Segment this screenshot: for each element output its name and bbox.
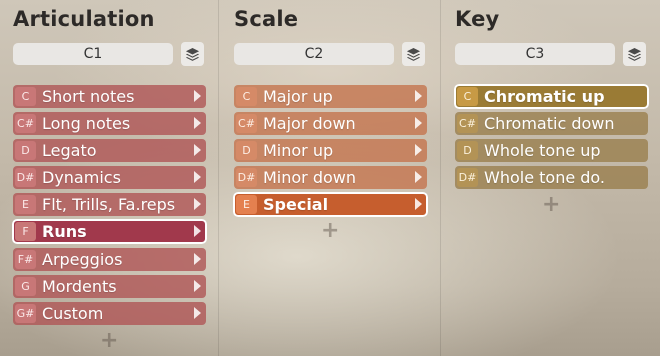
- plus-icon[interactable]: +: [542, 194, 560, 216]
- item-label: Major up: [263, 87, 333, 106]
- item-label: Whole tone up: [484, 141, 601, 160]
- key-item-selected[interactable]: C Chromatic up: [454, 84, 649, 109]
- item-label: Special: [263, 195, 329, 214]
- key-chip: C: [457, 87, 478, 106]
- layers-icon: [185, 47, 200, 61]
- key-chip: F#: [15, 250, 36, 269]
- key-chip: C#: [15, 114, 36, 133]
- chevron-right-icon[interactable]: [194, 90, 201, 102]
- trigger-slot-field[interactable]: C1: [13, 43, 173, 65]
- item-label: Chromatic down: [484, 114, 615, 133]
- scale-item-selected[interactable]: E Special: [233, 192, 428, 217]
- layers-menu-button[interactable]: [181, 42, 204, 66]
- item-label: Minor up: [263, 141, 334, 160]
- key-chip: C: [15, 87, 36, 106]
- chevron-right-icon[interactable]: [194, 307, 201, 319]
- column-divider: [218, 0, 219, 356]
- item-label: Legato: [42, 141, 97, 160]
- articulation-item[interactable]: G Mordents: [13, 275, 206, 298]
- key-item[interactable]: D Whole tone up: [455, 139, 648, 162]
- column-title: Scale: [234, 7, 299, 31]
- item-label: Chromatic up: [484, 87, 605, 106]
- key-chip: E: [236, 195, 257, 214]
- chevron-right-icon[interactable]: [415, 144, 422, 156]
- key-chip: D: [236, 141, 257, 160]
- key-column: Key C3 C Chromatic up C# Chromatic down DW…: [454, 0, 649, 356]
- key-chip: C#: [457, 114, 478, 133]
- item-label: Arpeggios: [42, 250, 123, 269]
- key-chip: E: [15, 195, 36, 214]
- layers-icon: [406, 47, 421, 61]
- key-chip: G#: [15, 304, 36, 323]
- key-chip: D: [457, 141, 478, 160]
- key-chip: C: [236, 87, 257, 106]
- chevron-right-icon[interactable]: [194, 117, 201, 129]
- scale-item[interactable]: D# Minor down: [234, 166, 427, 189]
- key-chip: D#: [236, 168, 257, 187]
- layers-icon: [627, 47, 642, 61]
- key-chip: D#: [457, 168, 478, 187]
- key-chip: D: [15, 141, 36, 160]
- chevron-right-icon[interactable]: [415, 90, 422, 102]
- item-label: Whole tone do.: [484, 168, 606, 187]
- item-label: Flt, Trills, Fa.reps: [42, 195, 176, 214]
- trigger-slot-field[interactable]: C2: [234, 43, 394, 65]
- scale-item[interactable]: D Minor up: [234, 139, 427, 162]
- item-label: Minor down: [263, 168, 357, 187]
- key-chip: D#: [15, 168, 36, 187]
- chevron-right-icon[interactable]: [415, 171, 422, 183]
- chevron-right-icon[interactable]: [194, 198, 201, 210]
- chevron-right-icon[interactable]: [415, 117, 422, 129]
- item-label: Major down: [263, 114, 356, 133]
- plus-icon[interactable]: +: [321, 220, 339, 242]
- articulation-item[interactable]: E Flt, Trills, Fa.reps: [13, 193, 206, 216]
- scale-item[interactable]: C Major up: [234, 85, 427, 108]
- articulation-item-selected[interactable]: F Runs: [12, 219, 207, 244]
- articulation-item[interactable]: D Legato: [13, 139, 206, 162]
- chevron-right-icon[interactable]: [415, 198, 422, 210]
- plus-icon[interactable]: +: [100, 330, 118, 352]
- articulation-item[interactable]: D# Dynamics: [13, 166, 206, 189]
- key-chip: G: [15, 277, 36, 296]
- articulation-item[interactable]: C Short notes: [13, 85, 206, 108]
- scale-item[interactable]: C# Major down: [234, 112, 427, 135]
- trigger-slot-field[interactable]: C3: [455, 43, 615, 65]
- item-label: Mordents: [42, 277, 117, 296]
- chevron-right-icon[interactable]: [194, 225, 201, 237]
- item-label: Long notes: [42, 114, 131, 133]
- key-item[interactable]: D# Whole tone do.: [455, 166, 648, 189]
- item-label: Short notes: [42, 87, 135, 106]
- layers-menu-button[interactable]: [623, 42, 646, 66]
- key-item[interactable]: C# Chromatic down: [455, 112, 648, 135]
- chevron-right-icon[interactable]: [194, 253, 201, 265]
- chevron-right-icon[interactable]: [194, 144, 201, 156]
- articulation-item[interactable]: C# Long notes: [13, 112, 206, 135]
- articulation-item[interactable]: G# Custom: [13, 302, 206, 325]
- item-label: Runs: [42, 222, 87, 241]
- key-chip: C#: [236, 114, 257, 133]
- articulation-column: Articulation C1 C Short notes C# Long note…: [12, 0, 207, 356]
- key-chip: F: [15, 222, 36, 241]
- column-title: Key: [455, 7, 500, 31]
- chevron-right-icon[interactable]: [194, 171, 201, 183]
- column-title: Articulation: [13, 7, 155, 31]
- articulation-item[interactable]: F# Arpeggios: [13, 248, 206, 271]
- item-label: Dynamics: [42, 168, 121, 187]
- column-divider: [440, 0, 441, 356]
- layers-menu-button[interactable]: [402, 42, 425, 66]
- chevron-right-icon[interactable]: [194, 280, 201, 292]
- scale-column: Scale C2 C Major up C# Major down D Minor u…: [233, 0, 428, 356]
- item-label: Custom: [42, 304, 104, 323]
